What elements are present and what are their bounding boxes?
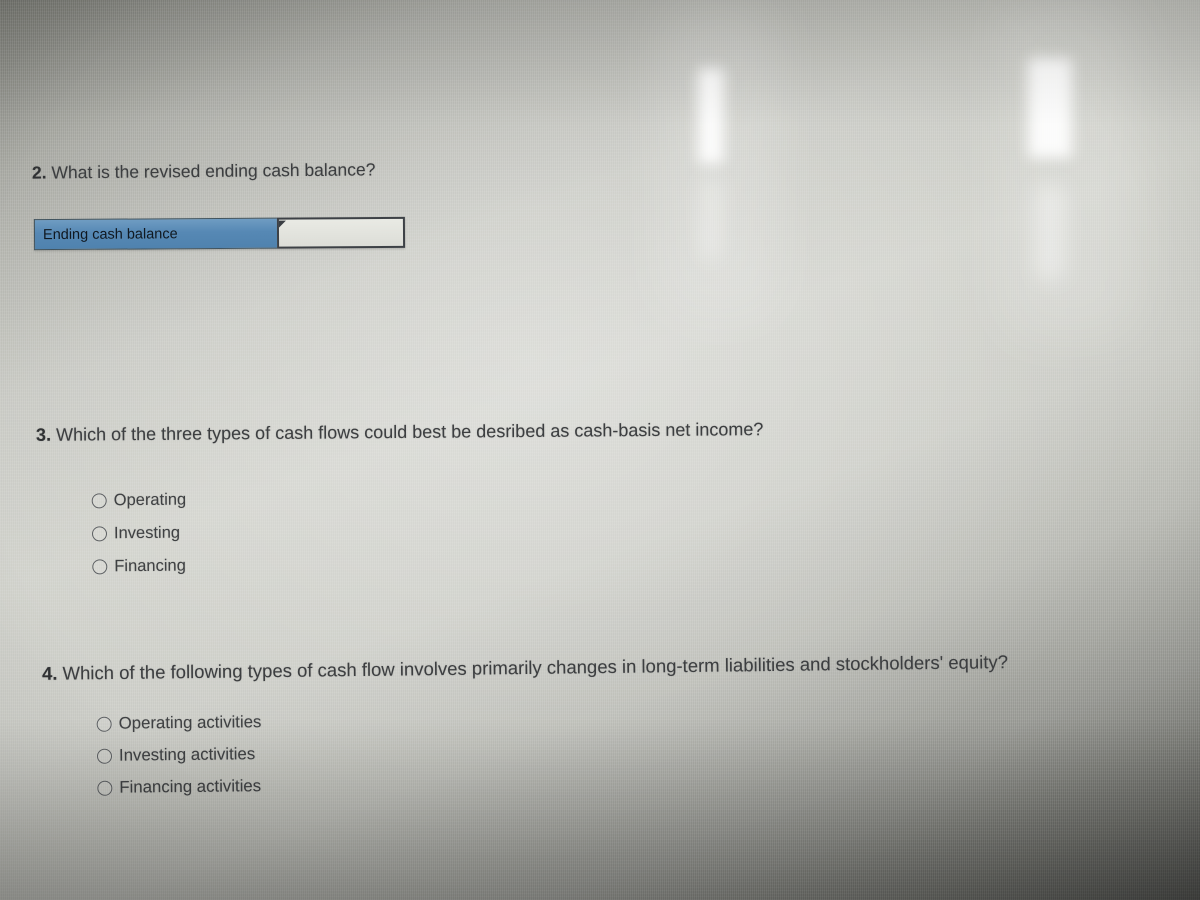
question-2-answer-row: Ending cash balance: [33, 216, 406, 251]
option-label: Operating: [113, 490, 187, 510]
question-2-number: 2.: [31, 162, 47, 183]
cell-cursor-marker: [278, 220, 286, 228]
radio-icon[interactable]: [97, 780, 113, 796]
option-label: Financing: [114, 556, 186, 576]
option-label: Operating activities: [118, 712, 262, 733]
option-investing[interactable]: Investing: [91, 517, 187, 551]
radio-icon[interactable]: [91, 526, 108, 542]
quiz-content: 2. What is the revised ending cash balan…: [0, 0, 1200, 900]
option-financing[interactable]: Financing: [92, 550, 187, 584]
question-4-heading: 4. Which of the following types of cash …: [42, 651, 1008, 685]
question-4-text: Which of the following types of cash flo…: [62, 651, 1009, 684]
option-financing-activities[interactable]: Financing activities: [97, 770, 262, 804]
ending-cash-balance-input[interactable]: [276, 216, 406, 249]
question-2-heading: 2. What is the revised ending cash balan…: [32, 159, 376, 183]
ending-cash-balance-label: Ending cash balance: [33, 217, 278, 251]
option-label: Investing activities: [118, 744, 256, 765]
option-investing-activities[interactable]: Investing activities: [96, 738, 262, 772]
option-label: Investing: [113, 523, 181, 543]
option-label: Financing activities: [119, 776, 262, 797]
question-2-text: What is the revised ending cash balance?: [51, 159, 376, 183]
question-3-options: Operating Investing Financing: [91, 484, 187, 584]
radio-icon[interactable]: [96, 716, 112, 732]
question-3-text: Which of the three types of cash flows c…: [55, 419, 764, 445]
question-3-number: 3.: [35, 424, 52, 445]
option-operating[interactable]: Operating: [91, 484, 187, 518]
screen-photo: 2. What is the revised ending cash balan…: [0, 0, 1200, 900]
radio-icon[interactable]: [91, 493, 107, 509]
option-operating-activities[interactable]: Operating activities: [96, 706, 262, 740]
radio-icon[interactable]: [96, 748, 113, 764]
question-3-heading: 3. Which of the three types of cash flow…: [36, 419, 764, 446]
radio-icon[interactable]: [92, 559, 108, 575]
question-4-number: 4.: [41, 662, 58, 684]
question-4-options: Operating activities Investing activitie…: [96, 706, 263, 804]
